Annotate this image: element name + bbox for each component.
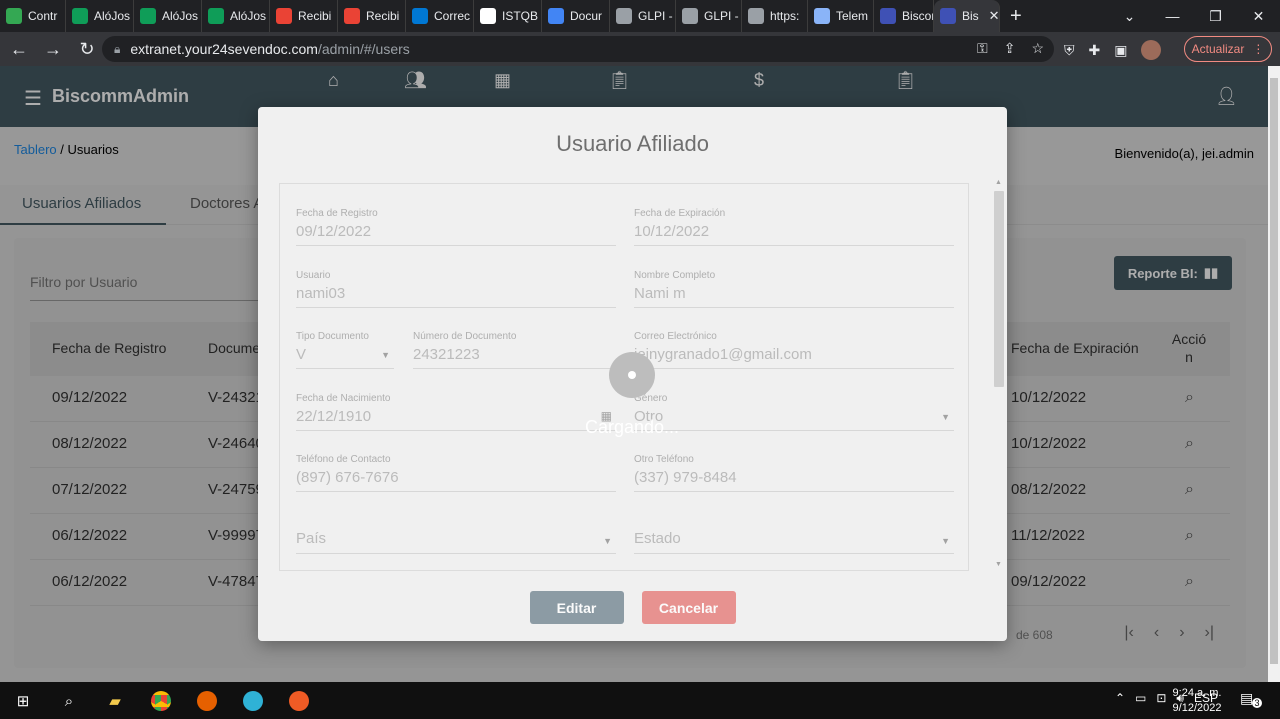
tab-label: Recibi [366,9,400,23]
istqb-icon [480,8,496,24]
minimize-button[interactable]: — [1151,0,1194,32]
tab-label: Biscor [902,9,934,23]
lock-icon: 🔒︎ [114,41,121,56]
url-path: /admin/#/users [317,41,410,57]
close-tab-icon[interactable]: ✕ [989,8,999,24]
tab-label: Recibi [298,9,332,23]
url-host: extranet.your24sevendoc.com [130,41,318,57]
browser-tab[interactable]: Correc [406,0,474,32]
search-icon[interactable]: ⌕ [56,688,82,714]
shield-extension-icon[interactable]: ⛨ [1064,42,1075,59]
tab-search-icon[interactable]: ⌄ [1108,0,1151,32]
edge-icon[interactable] [240,688,266,714]
close-window-button[interactable]: ✕ [1237,0,1280,32]
windows-taskbar: ⊞ ⌕ ▰ ⌃ ▭ ⊡ 🔊︎ ESP 9:24 a. m. 9/12/2022 … [0,682,1280,719]
notifications-icon[interactable]: ▤ 3 [1240,690,1262,710]
globe-icon [748,8,764,24]
browser-tab[interactable]: AlóJos [66,0,134,32]
page-scrollbar[interactable] [1268,66,1280,682]
browser-tab[interactable]: AlóJos [134,0,202,32]
tab-label: Docur [570,9,603,23]
browser-tab[interactable]: Recibi [270,0,338,32]
star-icon[interactable]: ☆ [1031,40,1044,57]
taskbar-clock[interactable]: 9:24 a. m. 9/12/2022 [1164,686,1230,716]
gmail-icon [276,8,292,24]
chrome-icon[interactable] [148,688,174,714]
biscomm-icon [940,8,956,24]
browser-tab[interactable]: Docur [542,0,610,32]
clock-date: 9/12/2022 [1172,702,1222,714]
browser-tab[interactable]: GLPI - [676,0,742,32]
page-scroll-thumb[interactable] [1270,78,1278,664]
tab-label: Bis [962,9,979,23]
sheets-icon [208,8,224,24]
postman-icon[interactable] [286,688,312,714]
browser-tab[interactable]: GLPI - [610,0,676,32]
browser-tab[interactable]: Biscor [874,0,934,32]
browser-tab[interactable]: Telem [808,0,874,32]
sheets-icon [72,8,88,24]
back-button[interactable]: ← [4,34,34,64]
docs-icon [548,8,564,24]
profile-avatar[interactable] [1141,40,1162,60]
forward-button[interactable]: → [38,34,68,64]
loading-text: Cargando... [584,417,680,437]
tab-label: AlóJos [94,9,131,23]
puzzle-icon[interactable]: ✚ [1089,42,1101,59]
battery-icon[interactable]: ▭ [1135,691,1146,706]
new-tab-button[interactable]: + [1000,5,1032,28]
key-icon[interactable]: ⚿ [977,40,988,57]
telemetry-icon [814,8,830,24]
tab-label: Telem [836,9,869,23]
address-bar[interactable]: 🔒︎ extranet.your24sevendoc.com/admin/#/u… [102,36,1054,62]
reload-button[interactable]: ↻ [72,34,102,64]
sheets-icon [140,8,156,24]
extensions-area: ⛨ ✚ ▣ [1064,40,1162,60]
google-drive-icon [6,8,22,24]
tab-label: AlóJos [162,9,199,23]
spinner-dot [628,371,636,379]
tab-label: Correc [434,9,471,23]
file-explorer-icon[interactable]: ▰ [102,688,128,714]
browser-tab[interactable]: Recibi [338,0,406,32]
biscomm-icon [880,8,896,24]
windows-start-icon[interactable]: ⊞ [10,688,36,714]
browser-tab[interactable]: Bis ✕ [934,0,1000,32]
browser-tab-strip: Contr AlóJos AlóJos AlóJos Recibi Recibi Corre… [0,0,1280,32]
show-hidden-icons-icon[interactable]: ⌃ [1115,691,1125,706]
restore-button[interactable]: ❐ [1194,0,1237,32]
glpi-icon [682,8,698,24]
loading-spinner [609,352,655,398]
tab-label: GLPI - [704,9,739,23]
browser-tab[interactable]: Contr [0,0,66,32]
side-panel-icon[interactable]: ▣ [1114,42,1127,59]
tab-label: AlóJos [230,9,267,23]
browser-tab[interactable]: AlóJos [202,0,270,32]
gmail-icon [344,8,360,24]
window-controls: ⌄ — ❐ ✕ [1108,0,1280,32]
tab-label: GLPI - [638,9,673,23]
tab-label: ISTQB [502,9,539,23]
update-button[interactable]: Actualizar ⋮ [1184,36,1272,62]
browser-tab[interactable]: ISTQB [474,0,542,32]
glpi-icon [616,8,632,24]
notification-count: 3 [1252,698,1262,708]
clock-time: 9:24 a. m. [1172,687,1222,699]
kebab-menu-icon: ⋮ [1252,42,1265,56]
outlook-icon [412,8,428,24]
tab-label: Contr [28,9,58,23]
update-label: Actualizar [1191,42,1245,56]
firefox-icon[interactable] [194,688,220,714]
share-icon[interactable]: ⇪ [1004,40,1016,57]
tab-label: https: [770,9,800,23]
browser-tab[interactable]: https: [742,0,808,32]
